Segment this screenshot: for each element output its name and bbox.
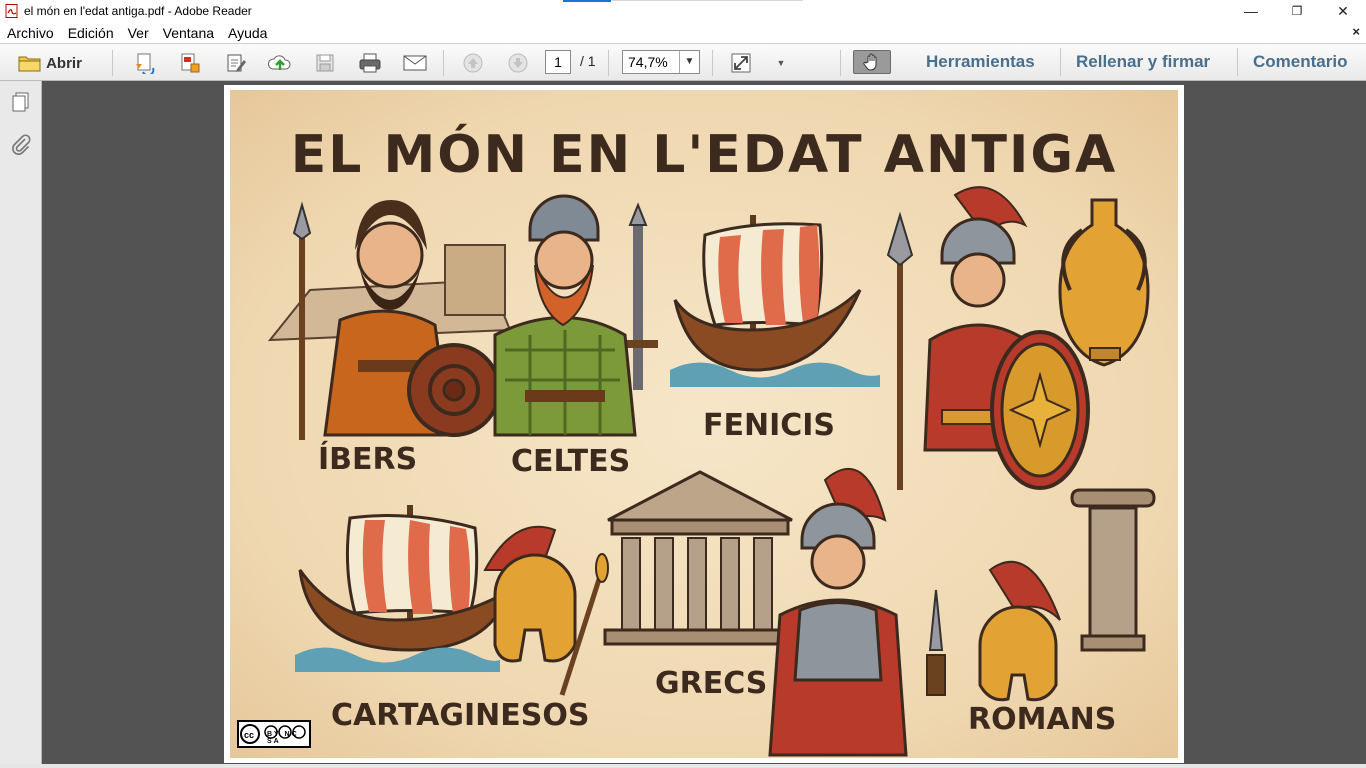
greek-temple-illustration <box>603 470 797 646</box>
zoom-value: 74,7% <box>628 54 668 70</box>
restore-button[interactable]: ❐ <box>1274 0 1320 22</box>
menu-archivo[interactable]: Archivo <box>0 25 61 41</box>
close-document-button[interactable]: × <box>1352 24 1360 39</box>
arrow-up-icon <box>463 53 483 73</box>
pages-thumbnails-icon[interactable] <box>9 90 33 114</box>
previous-page-button[interactable] <box>460 51 486 75</box>
toolbar-separator <box>1237 48 1238 76</box>
next-page-button[interactable] <box>505 51 531 75</box>
email-button[interactable] <box>401 51 429 75</box>
creative-commons-badge: cc BY NC SA <box>237 720 311 748</box>
fill-sign-panel-link[interactable]: Rellenar y firmar <box>1076 52 1210 72</box>
pdf-file-icon <box>5 4 18 18</box>
menu-edicion[interactable]: Edición <box>61 25 121 41</box>
ionic-column-illustration <box>1070 488 1156 652</box>
edit-pdf-button[interactable] <box>223 51 249 75</box>
hand-tool-button[interactable] <box>853 50 891 74</box>
minimize-button[interactable]: — <box>1228 0 1274 22</box>
label-grecs: GRECS <box>655 666 768 701</box>
open-button-label: Abrir <box>46 54 82 72</box>
label-ibers: ÍBERS <box>318 442 418 477</box>
greek-soldier-illustration <box>768 468 946 757</box>
label-romans: ROMANS <box>968 702 1117 737</box>
print-button[interactable] <box>356 51 384 75</box>
carthaginian-ship-illustration <box>295 505 513 672</box>
roman-soldier-illustration <box>886 186 1090 490</box>
chevron-down-icon: ▼ <box>776 58 786 68</box>
save-icon <box>316 54 334 72</box>
label-fenicis: FENICIS <box>703 408 836 443</box>
focus-indicator <box>563 0 611 2</box>
toolbar-separator <box>443 50 444 76</box>
focus-indicator-track <box>611 0 803 1</box>
title-bar: el món en l'edat antiga.pdf - Adobe Read… <box>0 0 1366 22</box>
paperclip-icon[interactable] <box>9 133 33 157</box>
save-button[interactable] <box>312 51 338 75</box>
upload-cloud-button[interactable] <box>267 51 293 75</box>
label-cartaginesos: CARTAGINESOS <box>331 698 590 733</box>
menu-ayuda[interactable]: Ayuda <box>221 25 274 41</box>
arrow-down-icon <box>508 53 528 73</box>
hand-icon <box>863 53 877 71</box>
create-pdf-button[interactable] <box>132 51 158 75</box>
edit-pdf-icon <box>227 54 246 72</box>
export-pdf-icon <box>181 53 200 73</box>
page-total: / 1 <box>580 53 596 69</box>
toolbar-separator <box>112 50 113 76</box>
open-button[interactable]: Abrir <box>14 51 86 75</box>
zoom-select[interactable]: 74,7% ▼ <box>622 50 700 74</box>
menu-ver[interactable]: Ver <box>121 25 156 41</box>
greek-helmet-illustration <box>483 525 609 696</box>
iber-warrior-illustration <box>267 200 512 440</box>
pdf-page: EL MÓN EN L'EDAT ANTIGA ÍBERS CELTES FEN… <box>224 85 1184 763</box>
chevron-down-icon[interactable]: ▼ <box>679 51 699 73</box>
page-number-input[interactable]: 1 <box>545 50 571 74</box>
toolbar-separator <box>1060 48 1061 76</box>
export-pdf-button[interactable] <box>177 51 203 75</box>
toolbar-separator <box>608 50 609 76</box>
toolbar-separator <box>840 50 841 76</box>
cloud-upload-icon <box>268 55 291 70</box>
printer-icon <box>359 53 381 73</box>
fit-page-button[interactable] <box>728 51 754 75</box>
navigation-pane <box>0 81 42 768</box>
celt-warrior-illustration <box>493 194 658 437</box>
svg-text:cc: cc <box>244 730 254 740</box>
expand-icon <box>731 53 751 73</box>
tools-panel-link[interactable]: Herramientas <box>926 52 1035 72</box>
poster-illustration: EL MÓN EN L'EDAT ANTIGA ÍBERS CELTES FEN… <box>230 90 1178 758</box>
phoenician-ship-illustration <box>670 215 880 387</box>
folder-icon <box>18 56 41 72</box>
roman-helmet-illustration <box>978 560 1061 702</box>
toolbar-separator <box>712 50 713 76</box>
close-button[interactable]: ✕ <box>1320 0 1366 22</box>
menu-ventana[interactable]: Ventana <box>156 25 221 41</box>
cc-license-text: BY NC SA <box>267 731 299 745</box>
bottom-status-strip <box>0 764 1366 768</box>
comment-panel-link[interactable]: Comentario <box>1253 52 1347 72</box>
create-pdf-icon <box>136 53 155 74</box>
window-title: el món en l'edat antiga.pdf - Adobe Read… <box>24 4 252 18</box>
more-tools-dropdown[interactable]: ▼ <box>772 51 790 75</box>
envelope-icon <box>403 55 427 71</box>
menu-bar: Archivo Edición Ver Ventana Ayuda × <box>0 22 1366 43</box>
amphora-illustration <box>1058 198 1150 367</box>
label-celtes: CELTES <box>511 444 631 479</box>
